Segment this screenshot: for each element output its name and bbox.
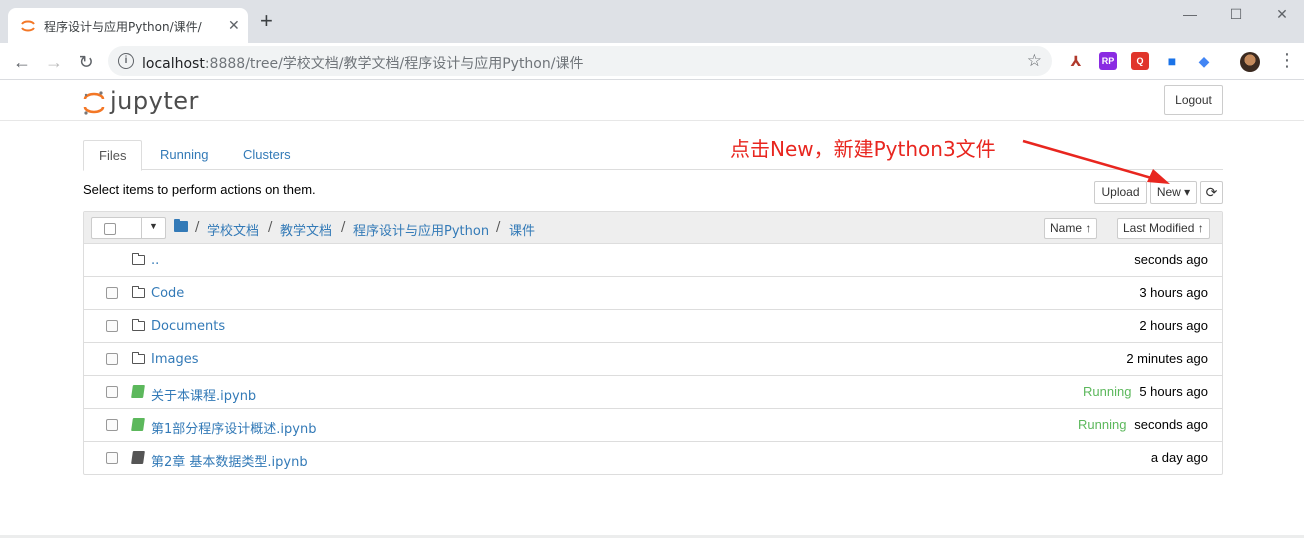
table-row[interactable]: 关于本课程.ipynb Running 5 hours ago xyxy=(84,376,1222,409)
address-bar[interactable]: i localhost:8888/tree/学校文档/教学文档/程序设计与应用P… xyxy=(108,46,1052,76)
file-list: ▼ / 学校文档 / 教学文档 / 程序设计与应用Python / 课件 Nam… xyxy=(83,211,1223,475)
annotation-text: 点击New，新建Python3文件 xyxy=(730,137,996,161)
window-close-icon[interactable]: ✕ xyxy=(1272,6,1292,26)
row-checkbox[interactable] xyxy=(106,353,118,365)
breadcrumb-separator: / xyxy=(496,220,501,235)
breadcrumb-item-python-course[interactable]: 程序设计与应用Python xyxy=(353,220,489,239)
browser-toolbar: ← → ↻ i localhost:8888/tree/学校文档/教学文档/程序… xyxy=(0,43,1304,80)
forward-arrow-icon[interactable]: → xyxy=(42,50,66,74)
row-checkbox[interactable] xyxy=(106,386,118,398)
breadcrumb-separator: / xyxy=(341,220,346,235)
url-host: localhost xyxy=(142,56,205,72)
select-all-dropdown[interactable]: ▼ xyxy=(91,217,166,239)
annotation-arrow xyxy=(1022,139,1170,184)
sort-name-button[interactable]: Name ↑ xyxy=(1044,218,1098,239)
folder-icon xyxy=(132,286,145,298)
breadcrumb-item-school-docs[interactable]: 学校文档 xyxy=(207,220,259,239)
graduation-extension-icon[interactable]: ◆ xyxy=(1195,52,1213,70)
minimize-icon[interactable]: — xyxy=(1180,6,1200,26)
jupyter-header: jupyter Logout xyxy=(0,80,1304,121)
selection-hint: Select items to perform actions on them. xyxy=(83,182,316,197)
home-folder-icon[interactable] xyxy=(174,219,188,232)
breadcrumb-item-courseware[interactable]: 课件 xyxy=(509,220,535,239)
back-arrow-icon[interactable]: ← xyxy=(10,50,34,74)
jupyter-favicon-icon xyxy=(21,20,35,32)
tab-title: 程序设计与应用Python/课件/ xyxy=(44,20,202,34)
site-info-icon[interactable]: i xyxy=(118,53,134,69)
table-row[interactable]: Code 3 hours ago xyxy=(84,277,1222,310)
rp-extension-icon[interactable]: RP xyxy=(1099,52,1117,70)
row-checkbox[interactable] xyxy=(106,452,118,464)
jupyter-logo-icon xyxy=(83,91,105,115)
browser-tab-strip: 程序设计与应用Python/课件/ ✕ + — ☐ ✕ xyxy=(0,0,1304,43)
breadcrumb-separator: / xyxy=(268,220,273,235)
running-status: Running xyxy=(1083,384,1132,399)
jupyter-logo-text: jupyter xyxy=(110,87,199,115)
file-name-link[interactable]: .. xyxy=(151,253,159,268)
last-modified: 2 minutes ago xyxy=(1126,351,1208,366)
notebook-running-icon xyxy=(131,385,145,398)
file-name-link[interactable]: 第2章 基本数据类型.ipynb xyxy=(151,451,308,470)
table-row[interactable]: 第1部分程序设计概述.ipynb Running seconds ago xyxy=(84,409,1222,442)
bookmark-extension-icon[interactable]: ■ xyxy=(1163,52,1181,70)
file-list-header: ▼ / 学校文档 / 教学文档 / 程序设计与应用Python / 课件 Nam… xyxy=(84,212,1222,244)
breadcrumb-item-teaching-docs[interactable]: 教学文档 xyxy=(280,220,332,239)
profile-avatar[interactable] xyxy=(1240,52,1260,72)
reload-icon[interactable]: ↻ xyxy=(74,50,98,74)
maximize-icon[interactable]: ☐ xyxy=(1226,6,1246,26)
row-checkbox[interactable] xyxy=(106,320,118,332)
file-name-link[interactable]: Images xyxy=(151,352,199,367)
url-path: :8888/tree/学校文档/教学文档/程序设计与应用Python/课件 xyxy=(204,56,584,72)
notebook-icon xyxy=(131,451,145,464)
file-name-link[interactable]: 第1部分程序设计概述.ipynb xyxy=(151,418,316,437)
bookmark-star-icon[interactable]: ☆ xyxy=(1027,51,1042,71)
tab-clusters[interactable]: Clusters xyxy=(228,140,306,170)
new-tab-button[interactable]: + xyxy=(260,10,273,32)
logout-button[interactable]: Logout xyxy=(1164,85,1223,115)
row-checkbox[interactable] xyxy=(106,419,118,431)
last-modified: 2 hours ago xyxy=(1139,318,1208,333)
last-modified: a day ago xyxy=(1150,450,1208,465)
table-row[interactable]: .. seconds ago xyxy=(84,244,1222,277)
running-status: Running xyxy=(1078,417,1127,432)
file-name-link[interactable]: Code xyxy=(151,286,184,301)
file-name-link[interactable]: 关于本课程.ipynb xyxy=(151,385,256,404)
last-modified: seconds ago xyxy=(1134,252,1208,267)
breadcrumb-separator: / xyxy=(195,220,200,235)
last-modified: 5 hours ago xyxy=(1139,384,1208,399)
file-name-link[interactable]: Documents xyxy=(151,319,225,334)
last-modified: seconds ago xyxy=(1134,417,1208,432)
table-row[interactable]: Images 2 minutes ago xyxy=(84,343,1222,376)
sort-modified-button[interactable]: Last Modified ↑ xyxy=(1117,218,1210,239)
dropdown-divider xyxy=(141,218,142,238)
tab-running[interactable]: Running xyxy=(145,140,223,170)
pdf-extension-icon[interactable]: ⅄ xyxy=(1067,52,1085,70)
tab-close-icon[interactable]: ✕ xyxy=(228,17,240,34)
folder-icon xyxy=(132,319,145,331)
folder-icon xyxy=(132,253,145,265)
tab-files[interactable]: Files xyxy=(83,140,143,171)
select-all-checkbox[interactable] xyxy=(104,223,116,235)
browser-tab[interactable]: 程序设计与应用Python/课件/ ✕ xyxy=(8,8,248,43)
last-modified: 3 hours ago xyxy=(1139,285,1208,300)
browser-menu-icon[interactable]: ⋮ xyxy=(1278,51,1296,69)
chevron-down-icon[interactable]: ▼ xyxy=(149,221,158,231)
red-extension-icon[interactable]: Q xyxy=(1131,52,1149,70)
folder-icon xyxy=(132,352,145,364)
row-checkbox[interactable] xyxy=(106,287,118,299)
notebook-running-icon xyxy=(131,418,145,431)
table-row[interactable]: 第2章 基本数据类型.ipynb a day ago xyxy=(84,442,1222,475)
table-row[interactable]: Documents 2 hours ago xyxy=(84,310,1222,343)
url-text[interactable]: localhost:8888/tree/学校文档/教学文档/程序设计与应用Pyt… xyxy=(142,53,583,73)
refresh-icon[interactable]: ⟳ xyxy=(1200,181,1223,204)
